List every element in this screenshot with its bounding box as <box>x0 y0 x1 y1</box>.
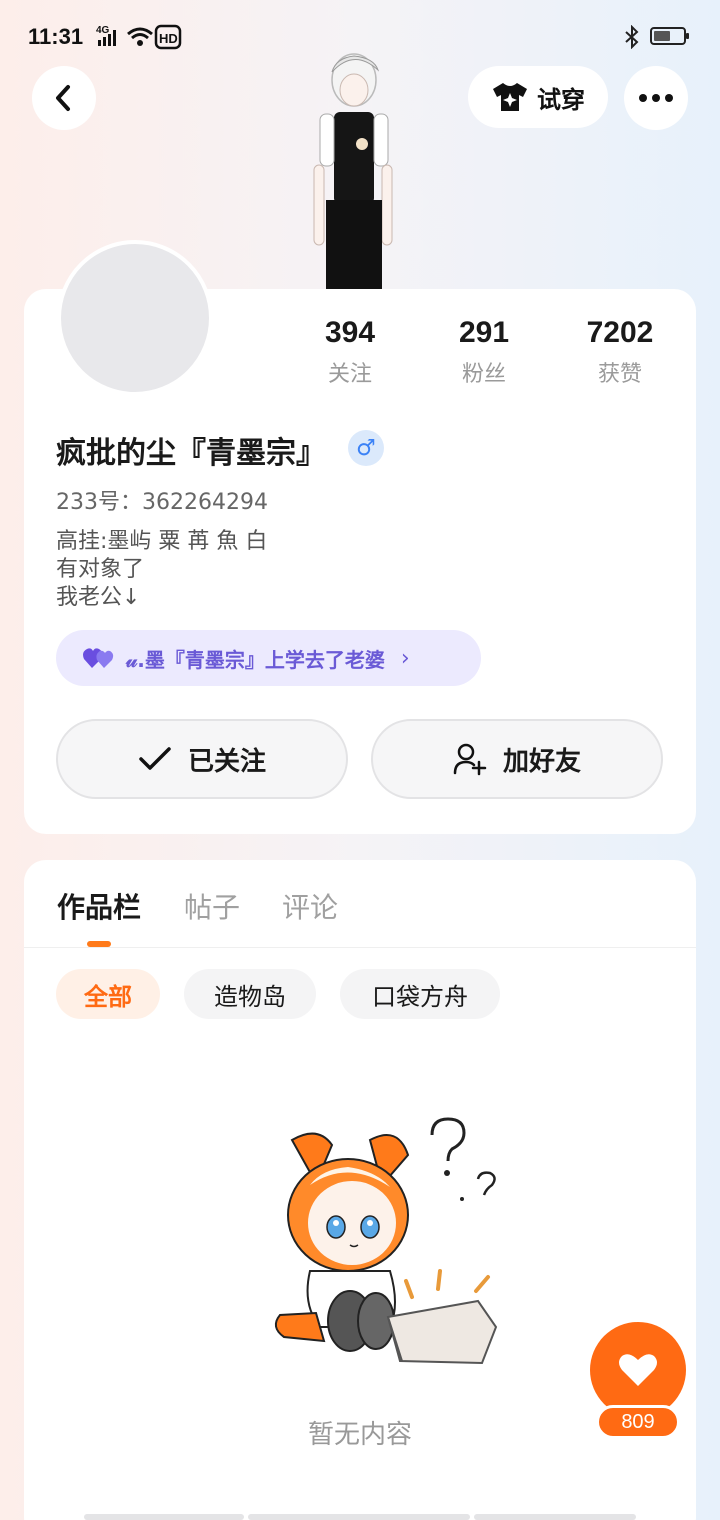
back-button[interactable] <box>32 66 96 130</box>
signal-wifi-icon: 4G HD <box>96 24 182 50</box>
stat-label: 关注 <box>327 362 372 387</box>
filter-creation-island[interactable]: 造物岛 <box>184 969 316 1019</box>
stat-value: 7202 <box>586 316 654 349</box>
like-button[interactable] <box>590 1322 686 1418</box>
avatar-character-image <box>313 53 393 290</box>
tshirt-icon <box>493 83 527 111</box>
bottom-placeholder-bar <box>474 1514 636 1520</box>
stat-label: 粉丝 <box>461 362 506 387</box>
status-time: 11:31 <box>28 24 84 49</box>
relationship-text: 𝓊.墨『青墨宗』上学去了老婆 <box>126 647 385 672</box>
following-label: 已关注 <box>187 746 266 777</box>
bottom-placeholder-bar <box>248 1514 470 1520</box>
tab-posts[interactable]: 帖子 <box>184 886 240 926</box>
chevron-right-icon: › <box>400 645 410 671</box>
male-gender-icon: ♂ <box>348 430 384 466</box>
stat-following[interactable]: 394 关注 <box>290 316 410 388</box>
tab-divider <box>24 947 696 948</box>
stat-label: 获赞 <box>597 362 642 387</box>
filter-all[interactable]: 全部 <box>56 969 160 1019</box>
following-button[interactable]: 已关注 <box>56 719 348 799</box>
filter-pocket-ark[interactable]: 口袋方舟 <box>340 969 500 1019</box>
bio-line: 我老公↓ <box>56 585 141 610</box>
username: 疯批的尘『青墨宗』 <box>56 436 326 471</box>
tab-comments[interactable]: 评论 <box>282 886 338 926</box>
more-button[interactable] <box>624 66 688 130</box>
bio-line: 高挂:墨屿 粟 苒 魚 白 <box>56 529 268 554</box>
heart-icon <box>619 1354 657 1386</box>
stat-value: 394 <box>324 316 376 349</box>
stat-followers[interactable]: 291 粉丝 <box>424 316 544 388</box>
like-count: 809 <box>596 1405 680 1439</box>
bio: 高挂:墨屿 粟 苒 魚 白 有对象了 我老公↓ <box>56 528 267 612</box>
stat-value: 291 <box>458 316 510 349</box>
profile-stats: 394 关注 291 粉丝 7202 获赞 <box>290 316 690 396</box>
more-dot <box>639 94 647 102</box>
relationship-link[interactable]: 𝓊.墨『青墨宗』上学去了老婆 › <box>56 630 481 686</box>
check-icon <box>139 747 171 770</box>
bottom-placeholder-bar <box>84 1514 244 1520</box>
bio-line: 有对象了 <box>56 557 145 582</box>
empty-state-illustration <box>274 1117 498 1365</box>
double-heart-icon <box>83 648 114 668</box>
more-dot <box>652 94 660 102</box>
add-friend-label: 加好友 <box>502 746 581 777</box>
battery-icon <box>650 27 689 45</box>
add-user-icon <box>453 743 487 776</box>
chevron-left-icon <box>56 85 70 111</box>
svg-text:HD: HD <box>159 31 178 46</box>
user-id[interactable]: 233号：362264294 <box>56 484 268 516</box>
avatar[interactable] <box>57 240 213 396</box>
add-friend-button[interactable]: 加好友 <box>371 719 663 799</box>
stat-likes[interactable]: 7202 获赞 <box>560 316 680 388</box>
tab-works[interactable]: 作品栏 <box>57 886 141 926</box>
try-on-label: 试穿 <box>537 85 585 114</box>
try-on-button[interactable]: 试穿 <box>468 66 608 128</box>
svg-text:4G: 4G <box>96 25 110 36</box>
bluetooth-icon <box>625 25 639 49</box>
more-dot <box>665 94 673 102</box>
